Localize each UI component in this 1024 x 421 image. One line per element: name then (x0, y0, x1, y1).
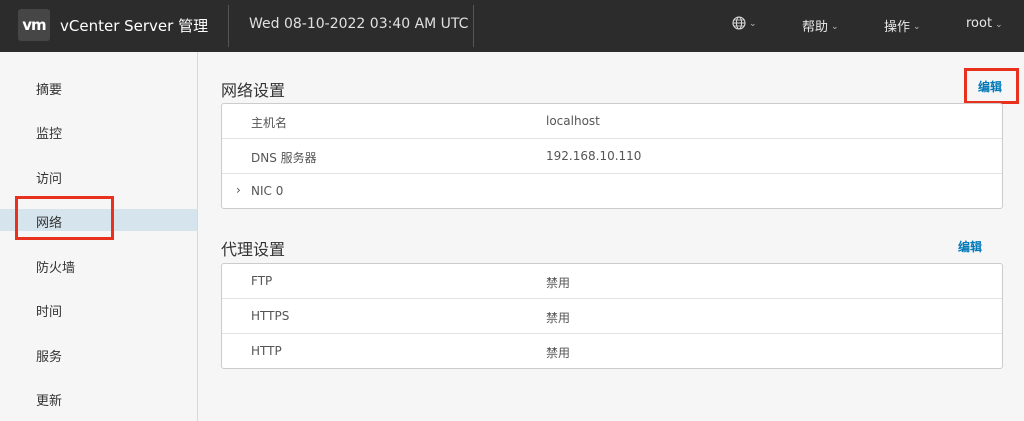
sidebar-item-time[interactable]: 时间 (0, 298, 197, 320)
chevron-down-icon: ⌄ (913, 21, 921, 32)
chevron-right-icon: › (236, 183, 241, 197)
row-value: 禁用 (546, 346, 571, 360)
header-divider (228, 5, 229, 47)
actions-menu[interactable]: 操作 ⌄ (884, 16, 921, 35)
row-key: 主机名 (251, 116, 288, 130)
table-row: 主机名 localhost (222, 104, 1002, 139)
row-key: FTP (251, 274, 273, 288)
actions-menu-label: 操作 (884, 20, 911, 35)
row-value: 禁用 (546, 311, 571, 325)
row-value: 禁用 (546, 276, 571, 290)
nic0-expandable-row[interactable]: › NIC 0 (222, 174, 1002, 208)
sidebar-item-label: 服务 (36, 350, 63, 365)
chevron-down-icon: ⌄ (749, 19, 757, 29)
top-header: vm vCenter Server 管理 Wed 08-10-2022 03:4… (0, 0, 1024, 52)
sidebar-item-label: 访问 (36, 172, 63, 187)
network-settings-title: 网络设置 (221, 81, 286, 100)
sidebar-item-label: 更新 (36, 394, 63, 409)
network-edit-link[interactable]: 编辑 (978, 78, 1002, 95)
user-menu[interactable]: root ⌄ (966, 16, 1003, 31)
sidebar-item-label: 摘要 (36, 83, 63, 98)
row-key: HTTP (251, 344, 282, 358)
table-row: HTTP 禁用 (222, 334, 1002, 368)
table-row: FTP 禁用 (222, 264, 1002, 299)
sidebar-item-label: 网络 (36, 216, 63, 231)
sidebar-item-label: 监控 (36, 127, 63, 142)
sidebar-item-label: 防火墙 (36, 261, 76, 276)
sidebar-item-update[interactable]: 更新 (0, 387, 197, 409)
sidebar-item-access[interactable]: 访问 (0, 165, 197, 187)
table-row: HTTPS 禁用 (222, 299, 1002, 334)
row-value: localhost (546, 114, 600, 128)
globe-icon (732, 16, 746, 30)
help-menu[interactable]: 帮助 ⌄ (802, 16, 839, 35)
sidebar: 摘要 监控 访问 网络 防火墙 时间 服务 更新 (0, 52, 198, 421)
user-menu-label: root (966, 16, 993, 31)
row-value: 192.168.10.110 (546, 149, 642, 163)
row-key: DNS 服务器 (251, 151, 317, 165)
sidebar-item-summary[interactable]: 摘要 (0, 76, 197, 98)
help-menu-label: 帮助 (802, 20, 829, 35)
chevron-down-icon: ⌄ (995, 19, 1003, 30)
sidebar-item-monitor[interactable]: 监控 (0, 120, 197, 142)
network-settings-table: 主机名 localhost DNS 服务器 192.168.10.110 › N… (221, 103, 1003, 209)
proxy-settings-table: FTP 禁用 HTTPS 禁用 HTTP 禁用 (221, 263, 1003, 369)
header-divider (473, 5, 474, 47)
row-key: HTTPS (251, 309, 290, 323)
proxy-edit-link[interactable]: 编辑 (958, 238, 982, 255)
row-key: NIC 0 (251, 184, 284, 198)
table-row: DNS 服务器 192.168.10.110 (222, 139, 1002, 174)
proxy-settings-title: 代理设置 (221, 240, 286, 259)
app-title: vCenter Server 管理 (60, 17, 209, 35)
sidebar-item-services[interactable]: 服务 (0, 343, 197, 365)
sidebar-item-label: 时间 (36, 305, 63, 320)
sidebar-item-firewall[interactable]: 防火墙 (0, 254, 197, 276)
sidebar-item-networking[interactable]: 网络 (0, 209, 197, 231)
language-menu[interactable]: ⌄ (732, 16, 757, 30)
chevron-down-icon: ⌄ (831, 21, 839, 32)
vmware-logo: vm (18, 9, 50, 41)
datetime: Wed 08-10-2022 03:40 AM UTC (249, 16, 469, 32)
